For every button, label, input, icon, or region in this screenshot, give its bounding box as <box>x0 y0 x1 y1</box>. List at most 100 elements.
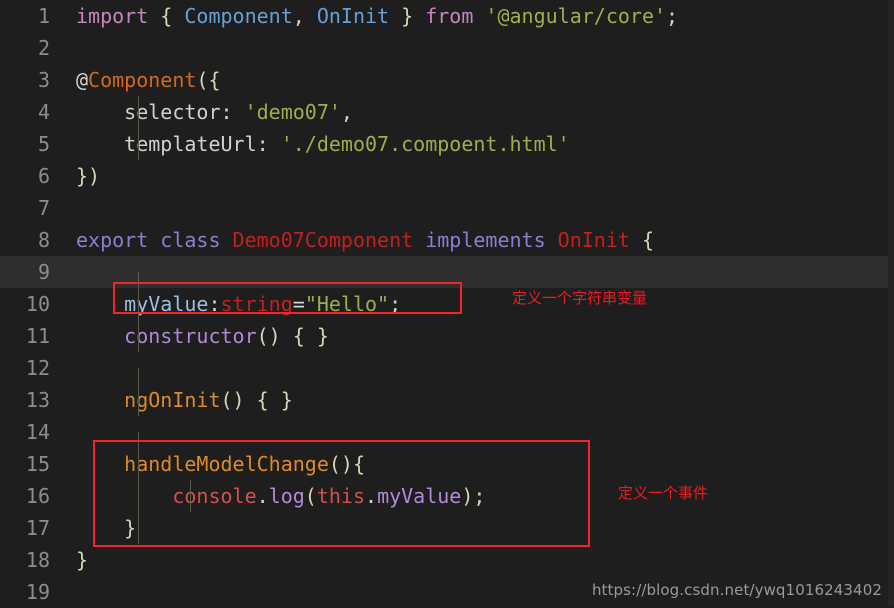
indent-guide-icon <box>138 128 139 160</box>
token-handlemodelchange-name: handleModelChange <box>124 452 329 476</box>
token-paren-close: ) <box>461 484 474 508</box>
token-semicolon: ; <box>666 4 679 28</box>
token-interface-name: OnInit <box>545 228 630 252</box>
line-content-5[interactable]: templateUrl: './demo07.compoent.html' <box>62 128 888 160</box>
token-templateurl-key: templateUrl <box>124 132 257 156</box>
line-number-19: 19 <box>25 580 50 604</box>
token-class-close: } <box>76 548 89 572</box>
token-colon: : <box>256 132 281 156</box>
indent-guide-icon <box>138 384 139 416</box>
token-comma: , <box>340 100 353 124</box>
code-line-18[interactable]: 18 } <box>0 544 888 576</box>
token-semicolon: ; <box>473 484 486 508</box>
code-line-16[interactable]: 16 console.log(this.myValue); <box>0 480 888 512</box>
token-at-sign: @ <box>76 68 89 92</box>
token-oninit-type: OnInit <box>316 4 390 28</box>
code-editor[interactable]: 1 import { Component, OnInit } from '@an… <box>0 0 894 606</box>
code-line-10[interactable]: 10 myValue:string="Hello"; <box>0 288 888 320</box>
line-content-16[interactable]: console.log(this.myValue); <box>62 480 888 512</box>
line-content-8[interactable]: export class Demo07Component implements … <box>62 224 888 256</box>
line-number-9: 9 <box>37 260 50 284</box>
token-brace-close: } <box>389 4 426 28</box>
code-line-2[interactable]: 2 <box>0 32 888 64</box>
code-line-1[interactable]: 1 import { Component, OnInit } from '@an… <box>0 0 888 32</box>
annotation-label-event: 定义一个事件 <box>618 484 709 502</box>
token-module-path: '@angular/core' <box>473 4 667 28</box>
line-number-10: 10 <box>25 292 50 316</box>
annotation-label-variable: 定义一个字符串变量 <box>512 289 648 307</box>
indent-guide-icon <box>138 288 139 320</box>
token-myvalue-name: myValue <box>124 292 209 316</box>
token-method-open: (){ <box>328 452 365 476</box>
code-line-5[interactable]: 5 templateUrl: './demo07.compoent.html' <box>0 128 888 160</box>
token-import-keyword: import <box>76 4 149 28</box>
line-number-14: 14 <box>25 420 50 444</box>
token-colon: : <box>208 292 221 316</box>
token-implements-keyword: implements <box>425 228 546 252</box>
code-line-3[interactable]: 3 @Component({ <box>0 64 888 96</box>
token-this-keyword: this <box>316 484 366 508</box>
line-content-6[interactable]: }) <box>62 160 888 192</box>
line-number-13: 13 <box>25 388 50 412</box>
line-number-8: 8 <box>37 228 50 252</box>
token-class-name: Demo07Component <box>220 228 426 252</box>
line-content-13[interactable]: ngOnInit() { } <box>62 384 888 416</box>
token-component-type: Component <box>184 4 293 28</box>
code-line-12[interactable]: 12 <box>0 352 888 400</box>
code-line-4[interactable]: 4 selector: 'demo07', <box>0 96 888 128</box>
line-number-5: 5 <box>37 132 50 156</box>
line-content-15[interactable]: handleModelChange(){ <box>62 448 888 480</box>
token-paren-open: ( <box>304 484 317 508</box>
code-line-15[interactable]: 15 handleModelChange(){ <box>0 448 888 480</box>
code-line-14[interactable]: 14 <box>0 416 888 464</box>
token-console-object: console <box>172 484 257 508</box>
code-line-13[interactable]: 13 ngOnInit() { } <box>0 384 888 416</box>
line-number-12: 12 <box>25 356 50 380</box>
token-method-close: } <box>124 516 137 540</box>
line-number-2: 2 <box>37 36 50 60</box>
token-templateurl-value: './demo07.compoent.html' <box>280 132 570 156</box>
minimap-strip[interactable] <box>888 0 894 606</box>
code-line-11[interactable]: 11 constructor() { } <box>0 320 888 352</box>
line-content-1[interactable]: import { Component, OnInit } from '@angu… <box>62 0 888 32</box>
token-constructor-body: () { } <box>256 324 329 348</box>
watermark-url: https://blog.csdn.net/ywq1016243402 <box>591 581 882 599</box>
code-line-6[interactable]: 6 }) <box>0 160 888 192</box>
code-line-8[interactable]: 8 export class Demo07Component implement… <box>0 224 888 256</box>
line-number-6: 6 <box>37 164 50 188</box>
indent-guide-icon <box>138 512 139 544</box>
line-number-7: 7 <box>37 196 50 220</box>
token-dot: . <box>256 484 269 508</box>
token-brace-open: { <box>148 4 185 28</box>
token-from-keyword: from <box>425 4 474 28</box>
token-equals: = <box>292 292 305 316</box>
line-content-3[interactable]: @Component({ <box>62 64 888 96</box>
line-number-11: 11 <box>25 324 50 348</box>
line-content-11[interactable]: constructor() { } <box>62 320 888 352</box>
token-constructor-name: constructor <box>124 324 257 348</box>
token-comma: , <box>292 4 317 28</box>
token-string-type: string <box>220 292 293 316</box>
line-number-18: 18 <box>25 548 50 572</box>
line-content-18[interactable]: } <box>62 544 888 576</box>
line-content-17[interactable]: } <box>62 512 888 544</box>
indent-guide-icon <box>138 480 139 512</box>
line-content-10[interactable]: myValue:string="Hello"; <box>62 288 888 320</box>
indent-guide-icon <box>138 96 139 128</box>
token-colon: : <box>220 100 245 124</box>
line-number-16: 16 <box>25 484 50 508</box>
token-dot: . <box>365 484 378 508</box>
code-line-17[interactable]: 17 } <box>0 512 888 544</box>
token-paren-brace-open: ({ <box>196 68 221 92</box>
line-number-17: 17 <box>25 516 50 540</box>
line-number-3: 3 <box>37 68 50 92</box>
token-decorator-close: }) <box>76 164 101 188</box>
line-number-15: 15 <box>25 452 50 476</box>
code-line-7[interactable]: 7 <box>0 192 888 224</box>
code-line-9-current[interactable]: 9 <box>0 256 888 304</box>
token-ngoninit-body: () { } <box>220 388 293 412</box>
indent-guide-icon <box>190 480 191 512</box>
line-content-4[interactable]: selector: 'demo07', <box>62 96 888 128</box>
indent-guide-icon <box>138 320 139 352</box>
token-semicolon: ; <box>389 292 402 316</box>
